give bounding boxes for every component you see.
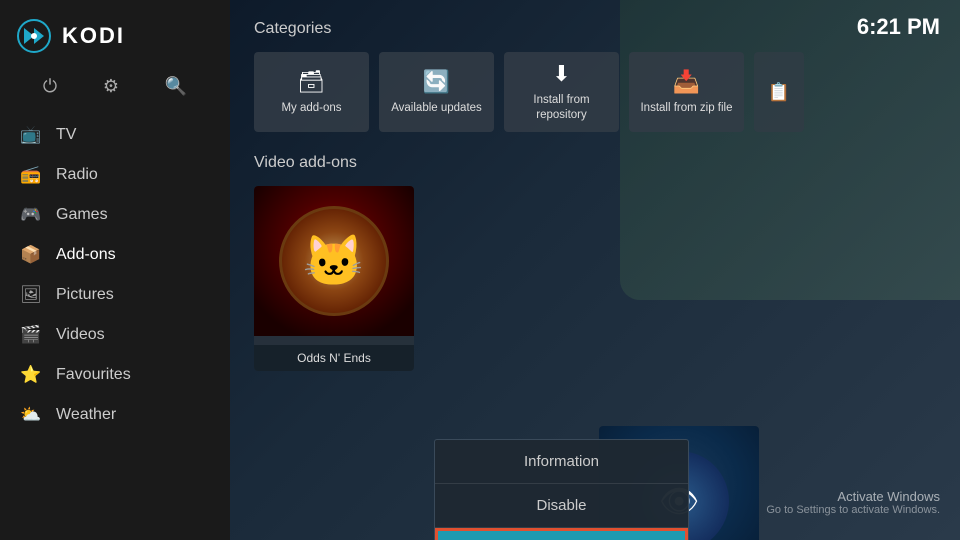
install-from-repo-label: Install from repository [512, 93, 611, 123]
app-title: KODI [62, 23, 125, 49]
sidebar-item-videos[interactable]: 🎬 Videos [0, 315, 230, 355]
sidebar-item-radio[interactable]: 📻 Radio [0, 155, 230, 195]
sidebar-item-weather-label: Weather [56, 406, 116, 424]
my-addons-icon: 🗃 [298, 69, 326, 95]
partial-icon: 📋 [768, 82, 790, 103]
radio-icon: 📻 [20, 165, 42, 185]
install-from-zip-label: Install from zip file [640, 101, 732, 116]
odds-n-ends-thumbnail: 🐱 [279, 206, 389, 316]
activate-windows-title: Activate Windows [766, 489, 940, 504]
tv-icon: 📺 [20, 125, 42, 145]
category-install-from-repo[interactable]: ⬇ Install from repository [504, 52, 619, 132]
categories-row: 🗃 My add-ons 🔄 Available updates ⬇ Insta… [254, 52, 936, 132]
sidebar-item-pictures-label: Pictures [56, 286, 114, 304]
sidebar-item-favourites[interactable]: ⭐ Favourites [0, 355, 230, 395]
settings-button[interactable]: ⚙ [95, 72, 127, 101]
sidebar-item-addons-label: Add-ons [56, 246, 116, 264]
addon-card-odds-n-ends-image: 🐱 [254, 186, 414, 336]
pictures-icon: 🖼 [20, 285, 42, 305]
video-addons-title: Video add-ons [254, 154, 936, 172]
main-content: 6:21 PM Categories 🗃 My add-ons 🔄 Availa… [230, 0, 960, 540]
sidebar: KODI ⏻ ⚙ 🔍 📺 TV 📻 Radio 🎮 Games 📦 Add-on… [0, 0, 230, 540]
cat-face-icon: 🐱 [303, 236, 365, 286]
sidebar-item-games-label: Games [56, 206, 108, 224]
install-from-repo-icon: ⬇ [552, 61, 570, 87]
my-addons-label: My add-ons [281, 101, 341, 116]
odds-n-ends-label: Odds N' Ends [254, 345, 414, 371]
sidebar-item-radio-label: Radio [56, 166, 98, 184]
videos-icon: 🎬 [20, 325, 42, 345]
time-display: 6:21 PM [857, 14, 940, 40]
available-updates-label: Available updates [391, 101, 482, 116]
context-menu-disable[interactable]: Disable [435, 484, 688, 527]
addon-list: 🐱 Odds N' Ends 👁 Shadow Information Disa… [254, 186, 936, 371]
addons-icon: 📦 [20, 245, 42, 265]
category-my-addons[interactable]: 🗃 My add-ons [254, 52, 369, 132]
addon-card-odds-n-ends[interactable]: 🐱 Odds N' Ends [254, 186, 414, 371]
category-partial: 📋 [754, 52, 804, 132]
games-icon: 🎮 [20, 205, 42, 225]
context-menu: Information Disable Settings Add to favo… [434, 439, 689, 540]
sidebar-item-videos-label: Videos [56, 326, 105, 344]
context-menu-settings[interactable]: Settings [435, 528, 688, 540]
available-updates-icon: 🔄 [423, 69, 450, 95]
sidebar-item-weather[interactable]: ⛅ Weather [0, 395, 230, 435]
kodi-logo-icon [16, 18, 52, 54]
install-from-zip-icon: 📥 [673, 69, 700, 95]
sidebar-nav: 📺 TV 📻 Radio 🎮 Games 📦 Add-ons 🖼 Picture… [0, 115, 230, 540]
sidebar-item-pictures[interactable]: 🖼 Pictures [0, 275, 230, 315]
search-button[interactable]: 🔍 [157, 72, 195, 101]
sidebar-item-favourites-label: Favourites [56, 366, 131, 384]
power-button[interactable]: ⏻ [35, 72, 65, 101]
sidebar-item-games[interactable]: 🎮 Games [0, 195, 230, 235]
context-menu-information[interactable]: Information [435, 440, 688, 483]
content-area: Categories 🗃 My add-ons 🔄 Available upda… [254, 20, 936, 371]
sidebar-toolbar: ⏻ ⚙ 🔍 [0, 64, 230, 115]
categories-title: Categories [254, 20, 936, 38]
category-install-from-zip[interactable]: 📥 Install from zip file [629, 52, 744, 132]
weather-icon: ⛅ [20, 405, 42, 425]
sidebar-item-addons[interactable]: 📦 Add-ons [0, 235, 230, 275]
sidebar-item-tv[interactable]: 📺 TV [0, 115, 230, 155]
activate-windows-subtitle: Go to Settings to activate Windows. [766, 504, 940, 516]
favourites-icon: ⭐ [20, 365, 42, 385]
category-available-updates[interactable]: 🔄 Available updates [379, 52, 494, 132]
sidebar-item-tv-label: TV [56, 126, 76, 144]
sidebar-header: KODI [0, 0, 230, 64]
activate-windows-notice: Activate Windows Go to Settings to activ… [766, 489, 940, 516]
